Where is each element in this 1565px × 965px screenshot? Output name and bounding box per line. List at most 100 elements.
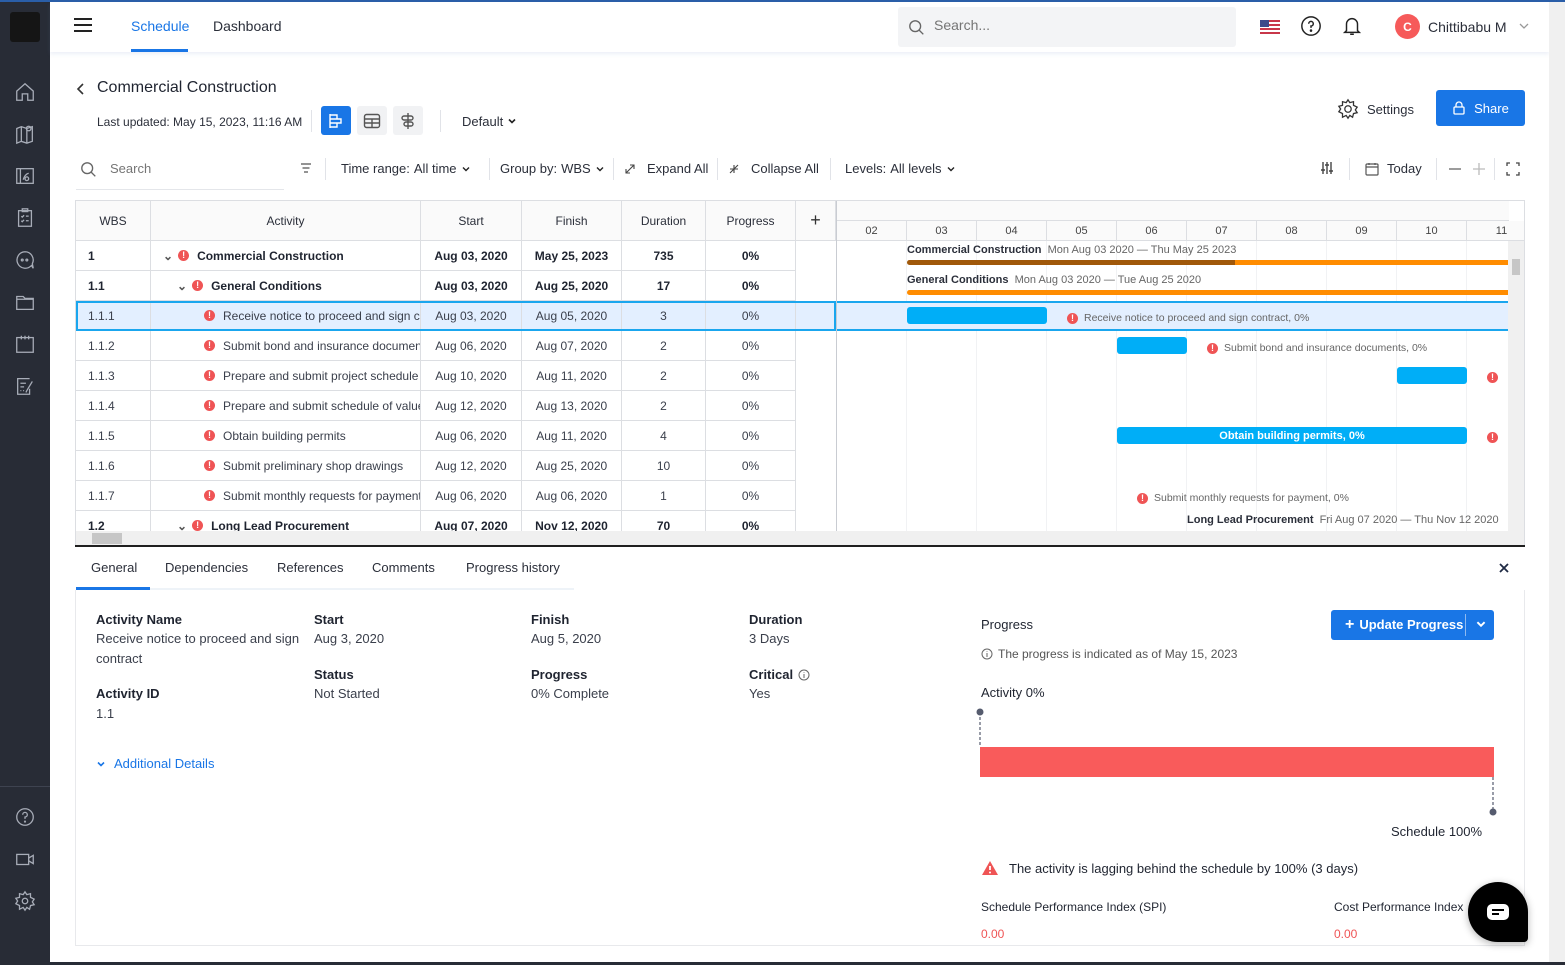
zoom-out-icon[interactable] (1448, 162, 1462, 176)
chat-icon[interactable] (13, 248, 37, 272)
filter-icon[interactable] (300, 162, 312, 174)
group-by-dropdown[interactable]: Group by: WBS (500, 161, 605, 176)
column-header-start[interactable]: Start (421, 201, 522, 241)
update-progress-button[interactable]: + Update Progress (1331, 610, 1494, 640)
column-settings-icon[interactable] (1320, 160, 1334, 176)
video-icon[interactable] (13, 847, 37, 871)
checklist-icon[interactable] (13, 206, 37, 230)
activity-search-input[interactable] (110, 161, 270, 176)
critical-warning-icon: ! (204, 340, 215, 351)
task-bar[interactable]: Obtain building permits, 0% (1117, 427, 1467, 444)
table-row[interactable]: 1.1 ⌄! General Conditions Aug 03, 2020 Aug 2… (76, 271, 836, 301)
table-row[interactable]: 1.1.3! Prepare and submit project schedul… (76, 361, 836, 391)
tab-schedule[interactable]: Schedule (131, 18, 189, 34)
page-scrollbar[interactable] (1549, 2, 1565, 965)
cell-finish: May 25, 2023 (522, 241, 622, 271)
expand-all-button[interactable]: Expand All (624, 161, 708, 176)
chat-widget-button[interactable] (1468, 882, 1528, 942)
gantt-view-button[interactable] (321, 106, 351, 135)
summary-bar-general-conditions[interactable] (907, 290, 1509, 295)
table-view-button[interactable] (357, 106, 387, 135)
tab-dashboard[interactable]: Dashboard (213, 18, 282, 34)
settings-button[interactable]: Settings (1337, 98, 1414, 120)
cell-wbs: 1.1.2 (76, 331, 151, 361)
global-search-input[interactable] (934, 17, 1214, 33)
expand-chevron-icon[interactable]: ⌄ (177, 520, 187, 532)
today-button[interactable]: Today (1365, 161, 1422, 176)
folder-icon[interactable] (13, 290, 37, 314)
map-icon[interactable] (13, 122, 37, 146)
cell-empty (796, 451, 836, 481)
back-arrow-icon[interactable] (76, 82, 86, 96)
close-icon[interactable] (1498, 562, 1510, 574)
task-bar[interactable] (907, 307, 1047, 324)
fullscreen-icon[interactable] (1506, 162, 1520, 176)
home-icon[interactable] (13, 80, 37, 104)
collapse-all-button[interactable]: Collapse All (728, 161, 819, 176)
bell-icon[interactable] (1341, 15, 1363, 37)
table-row[interactable]: 1.1.4! Prepare and submit schedule of val… (76, 391, 836, 421)
help-icon[interactable] (1300, 15, 1322, 37)
critical-warning-icon: ! (204, 430, 215, 441)
column-header-finish[interactable]: Finish (522, 201, 622, 241)
cell-progress: 0% (706, 271, 796, 301)
column-header-wbs[interactable]: WBS (76, 201, 151, 241)
avatar[interactable]: C (1395, 14, 1420, 39)
share-button[interactable]: Share (1436, 90, 1525, 126)
cell-start: Aug 12, 2020 (421, 451, 522, 481)
lag-warning: The activity is lagging behind the sched… (981, 860, 1358, 876)
blueprint-icon[interactable] (13, 164, 37, 188)
time-range-dropdown[interactable]: Time range: All time (341, 161, 471, 176)
zoom-in-icon[interactable] (1472, 162, 1486, 176)
add-column-button[interactable]: + (796, 201, 836, 241)
tab-dependencies[interactable]: Dependencies (165, 560, 248, 575)
gantt-gridline (1466, 241, 1467, 531)
calendar-icon[interactable] (13, 332, 37, 356)
task-bar[interactable] (1397, 367, 1467, 384)
chevron-down-icon[interactable] (1518, 20, 1530, 32)
activity-id-label: Activity ID (96, 686, 160, 701)
hamburger-menu-icon[interactable] (74, 18, 92, 32)
user-name[interactable]: Chittibabu M (1428, 19, 1507, 35)
table-row[interactable]: 1.1.1! Receive notice to proceed and sign… (76, 301, 836, 331)
active-tab-indicator (76, 587, 150, 590)
expand-chevron-icon[interactable]: ⌄ (163, 250, 173, 262)
report-icon[interactable] (13, 374, 37, 398)
additional-details-toggle[interactable]: Additional Details (96, 756, 214, 771)
table-row[interactable]: 1 ⌄! Commercial Construction Aug 03, 2020 Ma… (76, 241, 836, 271)
scrollbar-thumb[interactable] (1512, 259, 1520, 275)
horizontal-scrollbar[interactable] (76, 531, 1524, 545)
task-bar[interactable] (1117, 337, 1187, 354)
tab-comments[interactable]: Comments (372, 560, 435, 575)
tab-references[interactable]: References (277, 560, 343, 575)
view-select[interactable]: Default (462, 114, 517, 129)
group-by-value: WBS (561, 161, 591, 176)
gear-icon[interactable] (13, 889, 37, 913)
column-header-duration[interactable]: Duration (622, 201, 706, 241)
app-logo[interactable] (10, 12, 40, 42)
gantt-vertical-scrollbar[interactable] (1508, 241, 1524, 531)
activity-search[interactable] (76, 152, 284, 190)
summary-bar-commercial-construction[interactable] (907, 260, 1509, 265)
help-icon[interactable] (13, 805, 37, 829)
table-row[interactable]: 1.1.2! Submit bond and insurance document… (76, 331, 836, 361)
expand-chevron-icon[interactable]: ⌄ (177, 280, 187, 292)
column-header-activity[interactable]: Activity (151, 201, 421, 241)
tab-general[interactable]: General (91, 560, 137, 575)
table-row[interactable]: 1.1.5! Obtain building permits Aug 06, 202… (76, 421, 836, 451)
collapse-all-label: Collapse All (751, 161, 819, 176)
panel-splitter[interactable] (75, 545, 1525, 547)
chevron-down-icon[interactable] (1475, 618, 1487, 630)
table-row[interactable]: 1.1.6! Submit preliminary shop drawings Au… (76, 451, 836, 481)
levels-dropdown[interactable]: Levels: All levels (845, 161, 956, 176)
global-search[interactable] (898, 7, 1236, 47)
info-icon[interactable] (798, 669, 810, 681)
activity-id-value: 1.1 (96, 706, 115, 721)
table-row[interactable]: 1.1.7! Submit monthly requests for paymen… (76, 481, 836, 511)
tab-progress-history[interactable]: Progress history (466, 560, 560, 575)
timeline-view-button[interactable] (393, 106, 423, 135)
flag-us-icon[interactable] (1260, 20, 1280, 34)
critical-warning-icon: ! (204, 400, 215, 411)
column-header-progress[interactable]: Progress (706, 201, 796, 241)
scrollbar-thumb[interactable] (92, 533, 122, 544)
